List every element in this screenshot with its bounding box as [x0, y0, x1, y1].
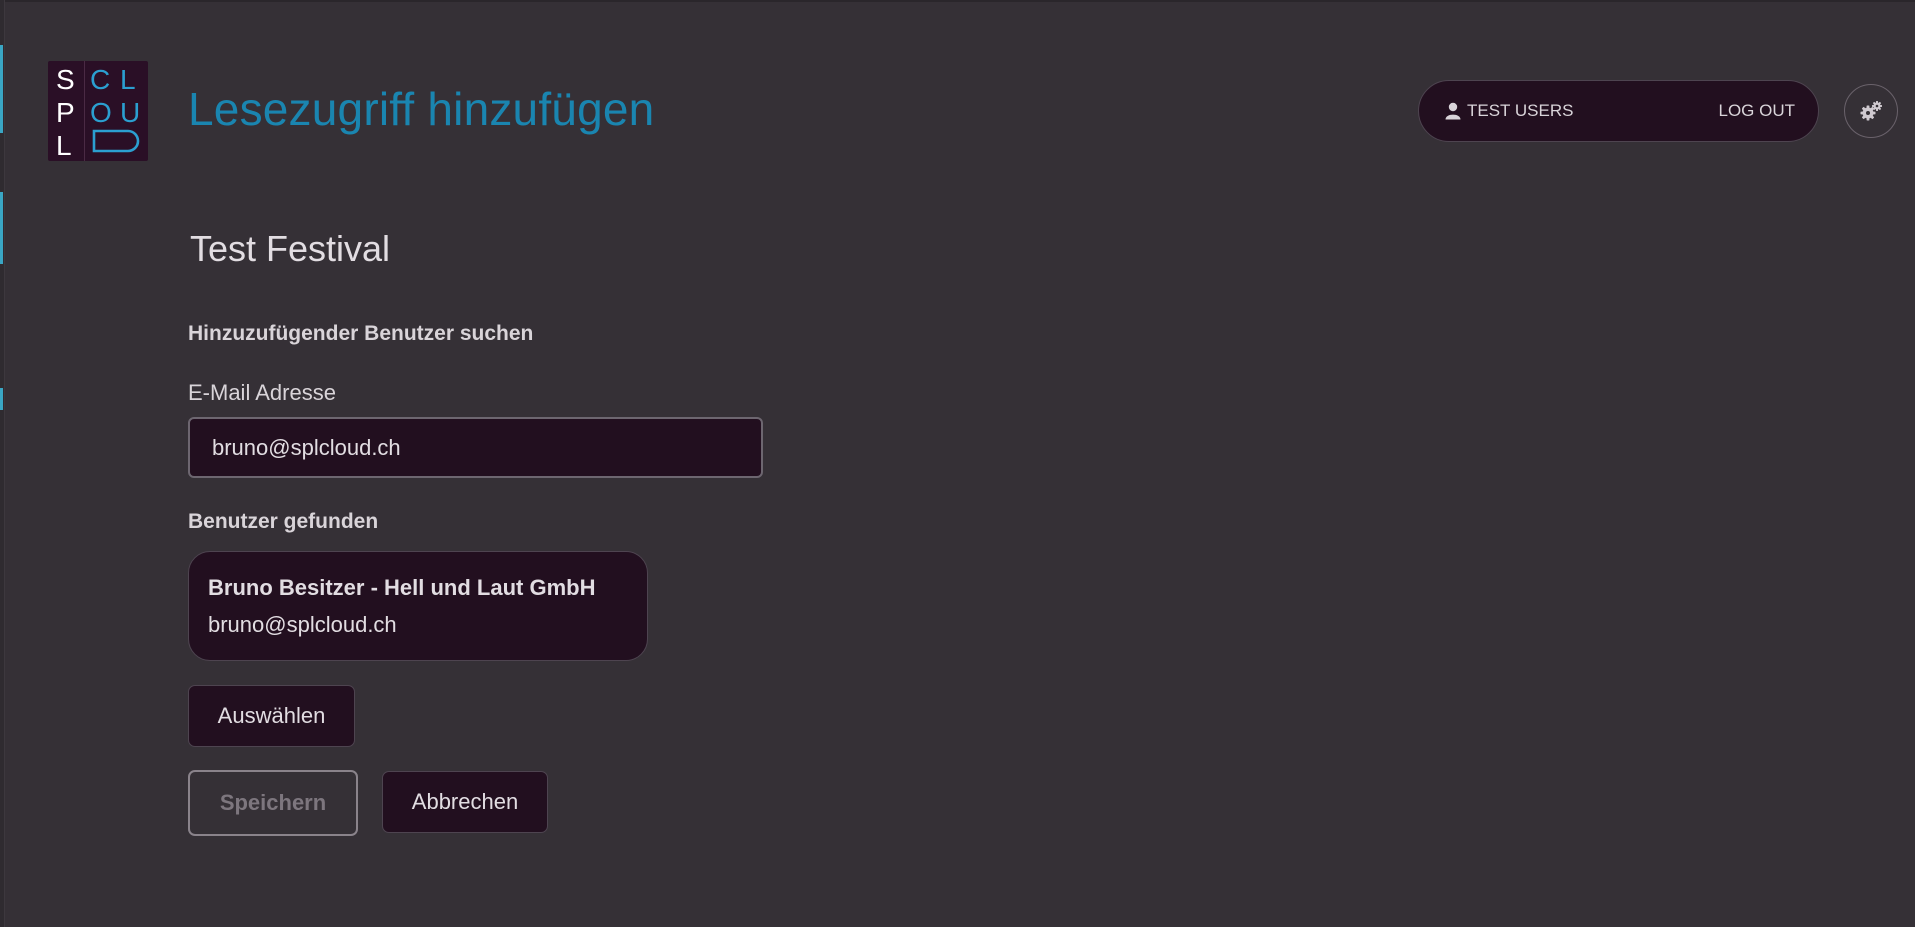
logo-d-shape — [92, 129, 140, 153]
current-user[interactable]: TEST USERS — [1445, 101, 1573, 121]
logo-letter-s: S — [56, 64, 75, 95]
email-search-input[interactable] — [188, 417, 763, 478]
select-button[interactable]: Auswählen — [188, 685, 355, 747]
edge-indicator — [0, 45, 3, 133]
event-name: Test Festival — [190, 228, 391, 269]
email-label: E-Mail Adresse — [188, 380, 336, 405]
gears-icon — [1860, 101, 1882, 121]
edge-indicator — [0, 192, 3, 264]
user-icon — [1445, 102, 1461, 120]
found-user-card[interactable]: Bruno Besitzer - Hell und Laut GmbH brun… — [188, 551, 648, 661]
edge-indicator — [0, 388, 3, 410]
logo-icon: S P L C L O U — [56, 64, 140, 161]
logo-letter-u: U — [120, 97, 140, 128]
logo-letter-o: O — [90, 97, 112, 128]
user-name-label: TEST USERS — [1467, 101, 1574, 120]
found-user-email: bruno@splcloud.ch — [208, 612, 397, 637]
found-heading: Benutzer gefunden — [188, 510, 379, 533]
cancel-button[interactable]: Abbrechen — [382, 771, 548, 833]
save-button[interactable]: Speichern — [188, 770, 358, 836]
found-user-name: Bruno Besitzer - Hell und Laut GmbH — [208, 575, 596, 600]
window-left-edge — [0, 0, 5, 927]
logo-letter-l: L — [56, 130, 72, 161]
settings-button[interactable] — [1844, 84, 1898, 138]
search-heading: Hinzuzufügender Benutzer suchen — [188, 322, 534, 345]
page-title: Lesezugriff hinzufügen — [188, 83, 655, 135]
logo-letter-l2: L — [120, 64, 136, 95]
logo-letter-p: P — [56, 97, 75, 128]
logout-link[interactable]: LOG OUT — [1718, 101, 1795, 121]
splcloud-logo: S P L C L O U — [48, 61, 148, 161]
window-top-edge — [0, 0, 1915, 2]
logo-letter-c: C — [90, 64, 110, 95]
user-session-bar: TEST USERS LOG OUT — [1418, 80, 1819, 142]
